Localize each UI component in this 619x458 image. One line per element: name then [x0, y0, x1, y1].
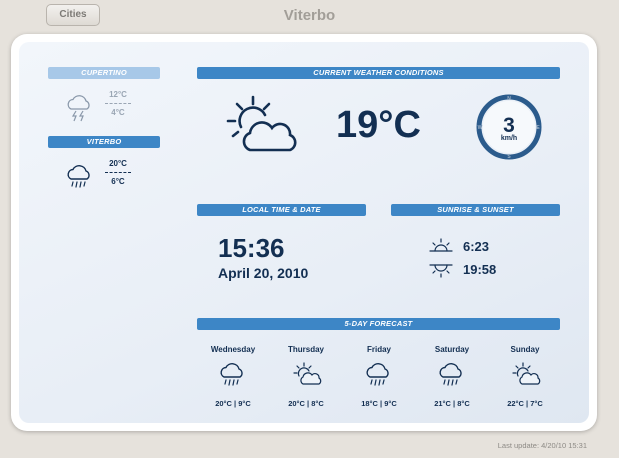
partly-cloudy-icon	[226, 95, 297, 152]
temp-divider	[105, 172, 131, 173]
city-temps-cupertino: 12°C 4°C	[103, 89, 133, 118]
forecast-day-sunday: Sunday 22°C | 7°C	[490, 345, 560, 408]
rain-icon	[220, 363, 243, 386]
city-temps-viterbo: 20°C 6°C	[103, 158, 133, 187]
forecast-header: 5-DAY FORECAST	[197, 318, 560, 330]
partly-cloudy-icon	[293, 362, 322, 385]
compass-north: N	[507, 96, 511, 102]
forecast-day-name: Wednesday	[210, 345, 256, 354]
rain-icon	[366, 363, 389, 386]
forecast-temps: 20°C | 9°C	[215, 399, 251, 408]
city-low-temp: 6°C	[111, 177, 125, 186]
local-date: April 20, 2010	[218, 265, 309, 281]
sunrise-sunset-header: SUNRISE & SUNSET	[391, 204, 560, 216]
thunderstorm-icon	[67, 95, 90, 122]
forecast-temps: 21°C | 8°C	[434, 399, 470, 408]
forecast-day-thursday: Thursday 20°C | 8°C	[271, 345, 341, 408]
city-high-temp: 20°C	[109, 159, 127, 168]
temp-divider	[105, 103, 131, 104]
city-item-viterbo[interactable]: VITERBO	[48, 136, 160, 148]
partly-cloudy-icon	[512, 362, 541, 385]
local-time: 15:36	[218, 233, 285, 263]
forecast-temps: 20°C | 8°C	[288, 399, 324, 408]
city-low-temp: 4°C	[111, 108, 125, 117]
last-update-label: Last update: 4/20/10 15:31	[497, 441, 587, 450]
forecast-day-wednesday: Wednesday 20°C | 9°C	[198, 345, 268, 408]
city-item-cupertino[interactable]: CUPERTINO	[48, 67, 160, 79]
forecast-day-name: Friday	[366, 345, 391, 354]
forecast-day-name: Thursday	[287, 345, 324, 354]
forecast-day-saturday: Saturday 21°C | 8°C	[417, 345, 487, 408]
rain-icon	[67, 165, 90, 188]
local-time-header: LOCAL TIME & DATE	[197, 204, 366, 216]
forecast-day-name: Saturday	[434, 345, 470, 354]
wind-unit: km/h	[500, 135, 518, 142]
city-high-temp: 12°C	[109, 90, 127, 99]
sunrise-time: 6:23	[463, 239, 490, 254]
current-weather-header: CURRENT WEATHER CONDITIONS	[197, 67, 560, 79]
top-bar: Cities Viterbo	[0, 0, 619, 34]
forecast-temps: 22°C | 7°C	[507, 399, 543, 408]
sunset-icon	[429, 264, 453, 278]
forecast-temps: 18°C | 9°C	[361, 399, 397, 408]
rain-icon	[439, 363, 462, 386]
current-temperature: 19°C	[336, 104, 421, 146]
forecast-day-name: Sunday	[510, 345, 540, 354]
page-title: Viterbo	[283, 7, 336, 24]
sunset-time: 19:58	[463, 262, 497, 277]
forecast-day-friday: Friday 18°C | 9°C	[344, 345, 414, 408]
sunrise-icon	[429, 238, 453, 252]
